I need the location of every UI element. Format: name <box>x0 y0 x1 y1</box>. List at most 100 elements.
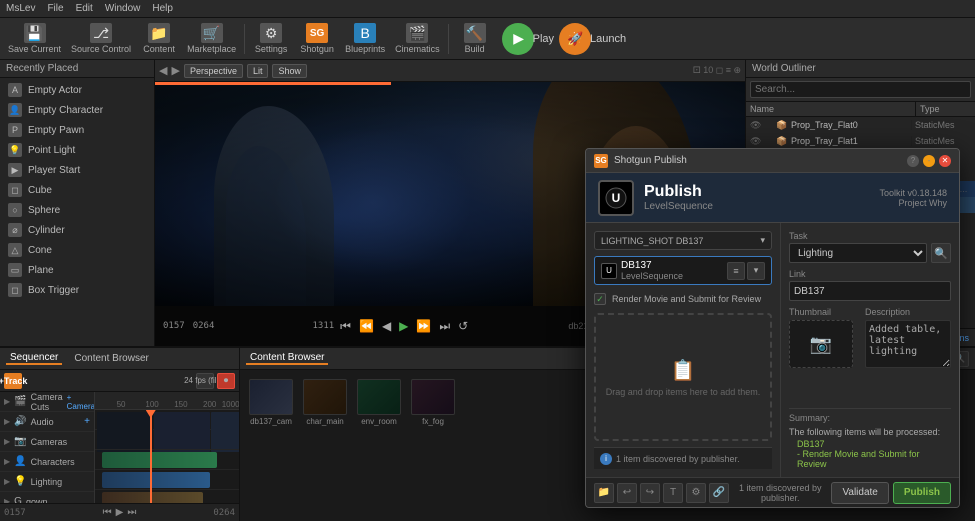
settings-button[interactable]: ⚙ Settings <box>249 20 293 58</box>
window-buttons: ? - ✕ <box>907 155 951 167</box>
item-menu-icon[interactable]: ≡ <box>727 262 745 280</box>
track-cameras[interactable]: ▶ 📷 Cameras <box>0 432 94 452</box>
dialog-title: Shotgun Publish <box>614 155 901 166</box>
timeline-next-button[interactable]: ⏭ <box>127 507 136 518</box>
asset-item[interactable]: char_main <box>300 376 350 429</box>
outliner-column-headers: Name Type <box>746 102 975 117</box>
menu-help[interactable]: Help <box>152 3 173 14</box>
folder-icon[interactable]: 📁 <box>594 483 614 503</box>
help-button[interactable]: ? <box>907 155 919 167</box>
track-characters[interactable]: ▶ 👤 Characters <box>0 452 94 472</box>
timeline-play-button[interactable]: ▶ <box>116 507 124 518</box>
redo-icon[interactable]: ↪ <box>640 483 660 503</box>
menu-file[interactable]: File <box>47 3 63 14</box>
step-back-button[interactable]: ⏪ <box>357 319 376 333</box>
placement-item-empty-actor[interactable]: A Empty Actor <box>0 80 154 100</box>
play-button[interactable] <box>502 23 534 55</box>
build-button[interactable]: 🔨 Build <box>453 20 497 58</box>
loop-button[interactable]: ↺ <box>456 319 470 333</box>
add-audio-button[interactable]: + <box>84 416 90 427</box>
content-button[interactable]: 📁 Content <box>137 20 181 58</box>
placement-item-cylinder[interactable]: ⌀ Cylinder <box>0 220 154 240</box>
shotgun-icon: SG <box>306 23 328 43</box>
prev-frame-button[interactable]: ⏮ <box>338 319 353 334</box>
track-gown[interactable]: ▶ G gown <box>0 492 94 503</box>
visibility-icon[interactable]: 👁 <box>750 120 764 131</box>
placement-item-point-light[interactable]: 💡 Point Light <box>0 140 154 160</box>
next-frame-button[interactable]: ⏭ <box>437 319 452 334</box>
menu-window[interactable]: Window <box>105 3 141 14</box>
placement-item-player-start[interactable]: ▶ Player Start <box>0 160 154 180</box>
placement-item-sphere[interactable]: ○ Sphere <box>0 200 154 220</box>
nav-forward-icon[interactable]: ▶ <box>171 64 179 77</box>
nav-back-icon[interactable]: ◀ <box>159 64 167 77</box>
add-track-button[interactable]: +Track <box>4 373 22 389</box>
thumbnail-box[interactable]: 📷 <box>789 320 853 368</box>
task-selector[interactable]: Lighting <box>789 243 927 263</box>
settings-icon[interactable]: ⚙ <box>686 483 706 503</box>
minimize-button[interactable]: - <box>923 155 935 167</box>
validate-button[interactable]: Validate <box>831 482 888 504</box>
marketplace-button[interactable]: 🛒 Marketplace <box>183 20 240 58</box>
visibility-icon[interactable]: 👁 <box>750 136 764 147</box>
breadcrumb-menu-icon[interactable]: ▾ <box>760 235 765 246</box>
add-camera-label[interactable]: + Camera <box>67 393 95 411</box>
tab-sequencer[interactable]: Sequencer <box>6 352 62 365</box>
placement-item-empty-character[interactable]: 👤 Empty Character <box>0 100 154 120</box>
placement-item-empty-pawn[interactable]: P Empty Pawn <box>0 120 154 140</box>
placement-item-cube[interactable]: ◻ Cube <box>0 180 154 200</box>
item-selector[interactable]: U DB137 LevelSequence ≡ ▾ <box>594 256 772 285</box>
placement-item-box-trigger[interactable]: ◻ Box Trigger <box>0 280 154 300</box>
tab-content[interactable]: Content Browser <box>246 352 328 365</box>
task-search-button[interactable]: 🔍 <box>931 243 951 263</box>
asset-item[interactable]: env_room <box>354 376 404 429</box>
asset-item[interactable]: fx_fog <box>408 376 458 429</box>
play-reverse-button[interactable]: ◀ <box>380 319 393 333</box>
fps-selector[interactable]: 24 fps (film) <box>196 373 214 389</box>
step-forward-button[interactable]: ⏩ <box>414 319 433 333</box>
cinematics-button[interactable]: 🎬 Cinematics <box>391 20 444 58</box>
lit-button[interactable]: Lit <box>247 64 269 78</box>
asset-thumbnail <box>411 379 455 415</box>
show-button[interactable]: Show <box>272 64 307 78</box>
drop-zone[interactable]: 📋 Drag and drop items here to add them. <box>594 313 772 441</box>
item-name: DB137 <box>621 260 723 271</box>
placement-item-cone[interactable]: △ Cone <box>0 240 154 260</box>
build-icon: 🔨 <box>464 23 486 43</box>
record-button[interactable]: ⏺ <box>217 373 235 389</box>
timeline-clip[interactable] <box>102 492 203 503</box>
asset-label: fx_fog <box>411 417 455 426</box>
link-icon[interactable]: 🔗 <box>709 483 729 503</box>
link-input[interactable] <box>789 281 951 301</box>
outliner-search-input[interactable] <box>750 81 971 98</box>
asset-item[interactable]: db137_cam <box>246 376 296 429</box>
description-textarea[interactable]: Added table, latest lighting <box>865 320 951 368</box>
play-forward-button[interactable]: ▶ <box>397 319 410 333</box>
save-button[interactable]: 💾 Save Current <box>4 20 65 58</box>
launch-button[interactable] <box>559 23 591 55</box>
item-dropdown-icon[interactable]: ▾ <box>747 262 765 280</box>
render-movie-checkbox-row: Render Movie and Submit for Review <box>594 291 772 307</box>
placement-item-plane[interactable]: ▭ Plane <box>0 260 154 280</box>
ruler-mark: 50 <box>117 400 126 409</box>
close-button[interactable]: ✕ <box>939 155 951 167</box>
tab-content-browser[interactable]: Content Browser <box>70 353 152 364</box>
sequence-timeline[interactable]: 50 100 150 200 1000 <box>95 392 239 503</box>
track-audio[interactable]: ▶ 🔊 Audio + <box>0 412 94 432</box>
undo-icon[interactable]: ↩ <box>617 483 637 503</box>
timeline-prev-button[interactable]: ⏮ <box>103 507 112 518</box>
blueprints-button[interactable]: B Blueprints <box>341 20 389 58</box>
shotgun-button[interactable]: SG Shotgun <box>295 20 339 58</box>
menu-edit[interactable]: Edit <box>76 3 93 14</box>
text-icon[interactable]: T <box>663 483 683 503</box>
track-camera-cuts[interactable]: ▶ 🎬 Camera Cuts + Camera <box>0 392 94 412</box>
track-lighting[interactable]: ▶ 💡 Lighting <box>0 472 94 492</box>
render-movie-checkbox[interactable] <box>594 293 606 305</box>
outliner-row[interactable]: 👁 📦 Prop_Tray_Flat0 StaticMes <box>746 117 975 133</box>
publish-button[interactable]: Publish <box>893 482 951 504</box>
timeline-clip[interactable] <box>102 472 210 488</box>
perspective-button[interactable]: Perspective <box>184 64 243 78</box>
outliner-row[interactable]: 👁 📦 Prop_Tray_Flat1 StaticMes <box>746 133 975 149</box>
timeline-clip[interactable] <box>102 452 217 468</box>
source-control-button[interactable]: ⎇ Source Control <box>67 20 135 58</box>
